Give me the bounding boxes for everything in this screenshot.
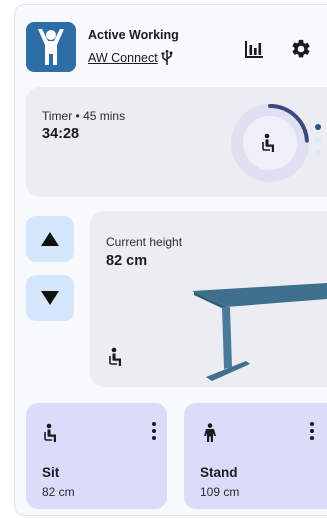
- preset-height: 109 cm: [200, 485, 240, 499]
- page-dot: [315, 137, 321, 143]
- person-arms-raised-icon: [38, 29, 64, 65]
- preset-card-sit[interactable]: Sit 82 cm: [26, 403, 167, 509]
- sitting-person-icon: [109, 347, 121, 366]
- preset-height: 82 cm: [42, 485, 75, 499]
- preset-more-button[interactable]: [146, 418, 162, 444]
- usb-icon: [161, 50, 173, 65]
- sitting-person-icon: [262, 133, 274, 152]
- timer-countdown: 34:28: [42, 126, 80, 142]
- connection-link[interactable]: AW Connect: [88, 51, 158, 65]
- preset-name: Stand: [200, 465, 238, 480]
- more-vertical-icon: [152, 422, 156, 440]
- statistics-button[interactable]: [242, 37, 266, 61]
- current-height-card: Current height 82 cm: [90, 211, 327, 387]
- preset-name: Sit: [42, 465, 60, 480]
- settings-button[interactable]: [289, 37, 313, 61]
- sitting-person-icon: [44, 423, 56, 442]
- preset-card-stand[interactable]: Stand 109 cm: [184, 403, 327, 509]
- timer-card[interactable]: Timer • 45 mins 34:28: [26, 87, 327, 197]
- triangle-down-icon: [41, 291, 59, 305]
- preset-more-button[interactable]: [304, 418, 320, 444]
- app-logo: [26, 22, 76, 72]
- triangle-up-icon: [41, 232, 59, 246]
- current-height-value: 82 cm: [106, 253, 148, 269]
- timer-label: Timer • 45 mins: [42, 109, 126, 123]
- page-dot: [315, 150, 321, 156]
- bar-chart-icon: [245, 41, 263, 58]
- timer-progress-dial: [230, 103, 310, 183]
- page-dot: [315, 124, 321, 130]
- gear-icon: [292, 39, 310, 58]
- app-name: Active Working: [88, 28, 179, 42]
- height-down-button[interactable]: [26, 275, 74, 321]
- height-up-button[interactable]: [26, 216, 74, 262]
- current-height-label: Current height: [106, 235, 183, 249]
- standing-person-icon: [204, 423, 216, 442]
- app-screen: Active Working AW Connect Timer • 45 min…: [14, 4, 327, 516]
- connection-status: AW Connect: [88, 50, 173, 65]
- more-vertical-icon: [310, 422, 314, 440]
- desk-illustration: [192, 283, 327, 381]
- timer-page-indicator: [315, 124, 323, 163]
